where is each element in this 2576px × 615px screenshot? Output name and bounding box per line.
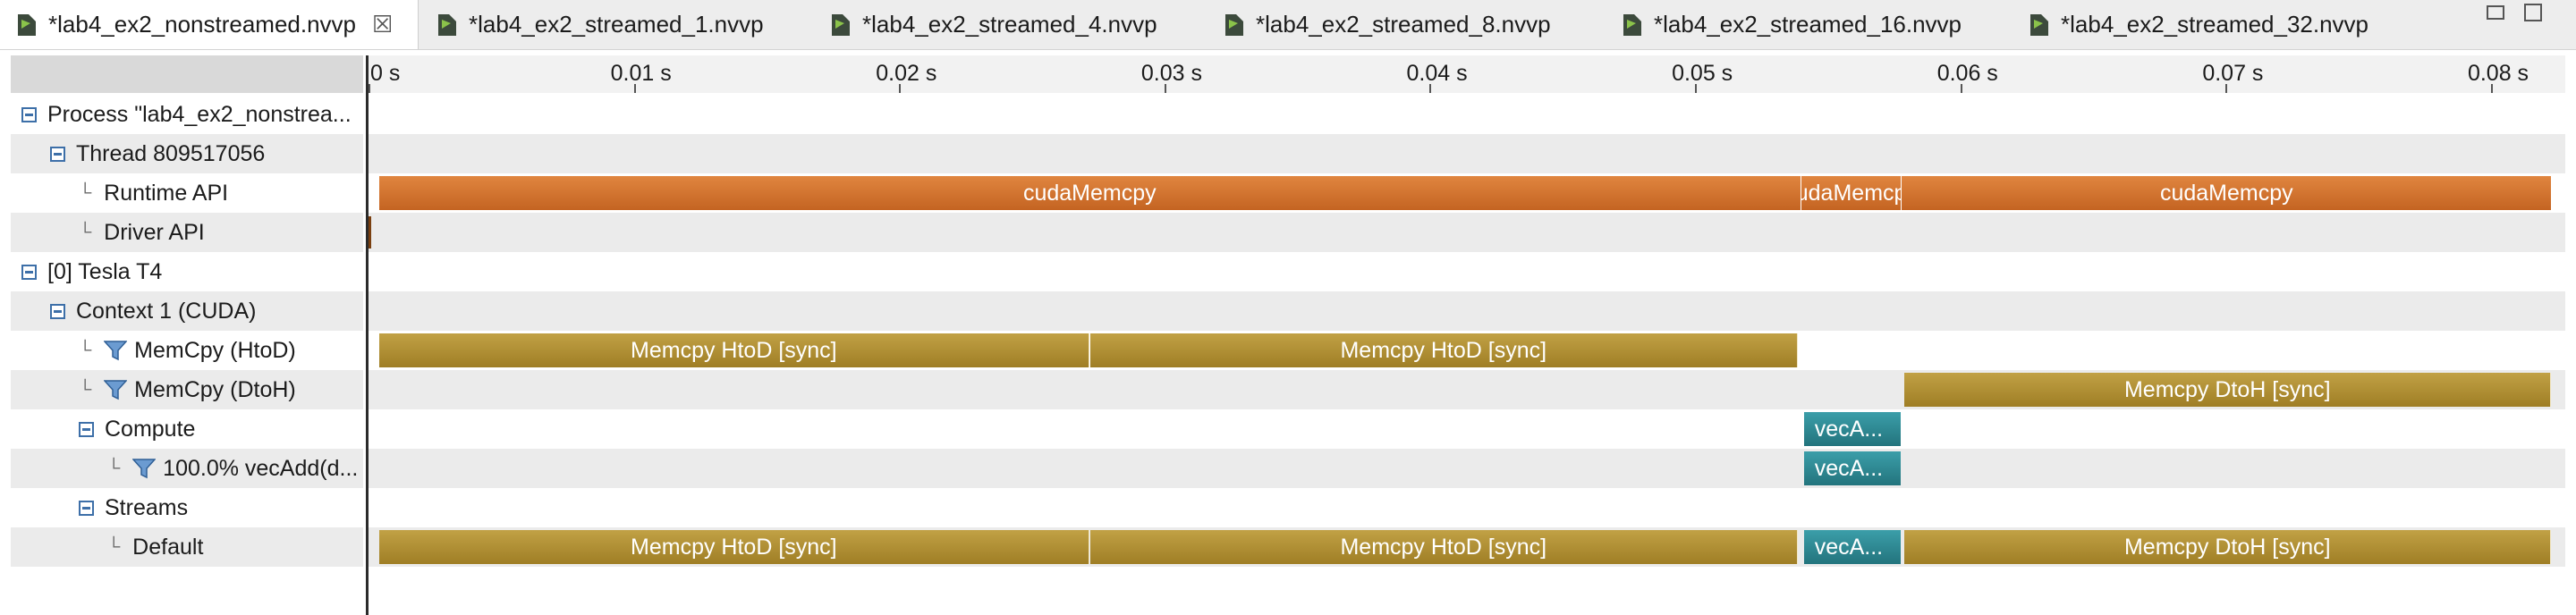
tree-row[interactable]: Thread 809517056 xyxy=(11,134,363,173)
filter-icon[interactable] xyxy=(103,340,128,361)
tab-label: *lab4_ex2_streamed_1.nvvp xyxy=(469,11,764,38)
tab-6[interactable]: *lab4_ex2_streamed_32.nvvp xyxy=(2012,0,2397,49)
editor-tab-bar: *lab4_ex2_nonstreamed.nvvp ☒ *lab4_ex2_str… xyxy=(0,0,2576,50)
minimize-icon[interactable] xyxy=(2487,5,2504,20)
tree-row-label: Runtime API xyxy=(104,180,229,206)
tick-label: 0.05 s xyxy=(1672,61,1733,86)
driver-api-activity[interactable] xyxy=(369,216,371,249)
tree-row[interactable]: └ Default xyxy=(11,527,363,567)
tree-header xyxy=(11,55,363,93)
tree-row-label: Driver API xyxy=(104,219,205,245)
profile-file-icon xyxy=(1622,13,1643,38)
tree-row[interactable]: Process "lab4_ex2_nonstrea... xyxy=(11,95,363,134)
tree-row-label: MemCpy (DtoH) xyxy=(134,376,296,402)
tab-label: *lab4_ex2_streamed_32.nvvp xyxy=(2061,11,2369,38)
tree-row-label: 100.0% vecAdd(d... xyxy=(163,455,359,481)
tree-row-label: Process "lab4_ex2_nonstrea... xyxy=(47,101,352,127)
tree-row[interactable]: └ MemCpy (DtoH) xyxy=(11,370,363,409)
memcpy-bar[interactable]: Memcpy DtoH [sync] xyxy=(1904,530,2552,564)
collapse-icon[interactable] xyxy=(21,106,37,122)
tree-row[interactable]: Context 1 (CUDA) xyxy=(11,291,363,331)
tree-row[interactable]: [0] Tesla T4 xyxy=(11,252,363,291)
kernel-bar[interactable]: vecA... xyxy=(1803,530,1902,564)
collapse-icon[interactable] xyxy=(79,421,94,437)
tree-row[interactable]: └ 100.0% vecAdd(d... xyxy=(11,449,363,488)
memcpy-bar[interactable]: Memcpy HtoD [sync] xyxy=(1089,530,1798,564)
close-icon[interactable]: ☒ xyxy=(372,11,393,38)
filter-icon[interactable] xyxy=(131,458,157,479)
tree-elbow-icon: └ xyxy=(79,182,92,203)
tab-5[interactable]: *lab4_ex2_streamed_16.nvvp xyxy=(1606,0,2004,49)
profile-file-icon xyxy=(830,13,852,38)
profile-file-icon xyxy=(16,13,38,38)
api-call-bar[interactable]: cudaMemcpy xyxy=(1801,176,1902,210)
tab-2[interactable]: *lab4_ex2_streamed_1.nvvp xyxy=(420,0,805,49)
tree-row[interactable]: └ Runtime API xyxy=(11,173,363,213)
profile-file-icon xyxy=(436,13,458,38)
timeline-lane xyxy=(369,291,2565,331)
memcpy-bar[interactable]: Memcpy DtoH [sync] xyxy=(1904,373,2552,407)
tick-label: 0 s xyxy=(370,61,401,86)
collapse-icon[interactable] xyxy=(50,303,65,319)
tab-4[interactable]: *lab4_ex2_streamed_8.nvvp xyxy=(1208,0,1592,49)
tick-label: 0.04 s xyxy=(1406,61,1468,86)
timeline-row-tree: Process "lab4_ex2_nonstrea... Thread 8095… xyxy=(11,55,363,615)
tree-elbow-icon: └ xyxy=(79,379,92,400)
collapse-icon[interactable] xyxy=(21,264,37,280)
memcpy-bar[interactable]: Memcpy HtoD [sync] xyxy=(1089,333,1798,367)
collapse-icon[interactable] xyxy=(50,146,65,162)
profile-file-icon xyxy=(2029,13,2050,38)
kernel-bar[interactable]: vecA... xyxy=(1803,412,1902,446)
timeline-lane xyxy=(369,449,2565,488)
time-ruler[interactable]: 0 s 0.01 s 0.02 s 0.03 s 0.04 s 0.05 s 0.06 s 0… xyxy=(369,55,2565,93)
tab-label: *lab4_ex2_streamed_8.nvvp xyxy=(1256,11,1551,38)
tree-row-label: Context 1 (CUDA) xyxy=(76,298,257,324)
tree-elbow-icon: └ xyxy=(79,222,92,242)
timeline-lane xyxy=(369,134,2565,173)
memcpy-bar[interactable]: Memcpy HtoD [sync] xyxy=(378,333,1089,367)
tick-label: 0.02 s xyxy=(876,61,937,86)
maximize-icon[interactable] xyxy=(2524,4,2542,21)
kernel-bar[interactable]: vecA... xyxy=(1803,451,1902,485)
filter-icon[interactable] xyxy=(103,379,128,400)
tab-label: *lab4_ex2_streamed_16.nvvp xyxy=(1654,11,1962,38)
tree-row-label: Default xyxy=(132,534,204,560)
memcpy-bar[interactable]: Memcpy HtoD [sync] xyxy=(378,530,1089,564)
profile-file-icon xyxy=(1224,13,1245,38)
tree-row[interactable]: └ Driver API xyxy=(11,213,363,252)
timeline-lane xyxy=(369,213,2565,252)
tree-row-label: Compute xyxy=(105,416,196,442)
tree-elbow-icon: └ xyxy=(79,340,92,360)
timeline-lane xyxy=(369,488,2565,527)
collapse-icon[interactable] xyxy=(79,500,94,516)
api-call-bar[interactable]: cudaMemcpy xyxy=(378,176,1801,210)
tree-row[interactable]: └ MemCpy (HtoD) xyxy=(11,331,363,370)
tree-row-label: Streams xyxy=(105,494,189,520)
tree-row-label: MemCpy (HtoD) xyxy=(134,337,296,363)
tick-label: 0.07 s xyxy=(2202,61,2264,86)
timeline-lane xyxy=(369,95,2565,134)
tree-row[interactable]: Compute xyxy=(11,409,363,449)
tree-elbow-icon: └ xyxy=(107,458,121,478)
tree-elbow-icon: └ xyxy=(107,536,121,557)
tab-label: *lab4_ex2_nonstreamed.nvvp xyxy=(48,11,357,38)
tab-1[interactable]: *lab4_ex2_nonstreamed.nvvp ☒ xyxy=(0,0,419,49)
tab-label: *lab4_ex2_streamed_4.nvvp xyxy=(862,11,1157,38)
tab-3[interactable]: *lab4_ex2_streamed_4.nvvp xyxy=(814,0,1199,49)
timeline-lanes: cudaMemcpycudaMemcpycudaMemcpyMemcpy Hto… xyxy=(369,95,2565,615)
tick-label: 0.06 s xyxy=(1936,61,1998,86)
tick-label: 0.01 s xyxy=(610,61,672,86)
timeline-lane xyxy=(369,252,2565,291)
api-call-bar[interactable]: cudaMemcpy xyxy=(1902,176,2552,210)
tree-row[interactable]: Streams xyxy=(11,488,363,527)
tick-label: 0.08 s xyxy=(2467,61,2529,86)
tree-row-label: Thread 809517056 xyxy=(76,140,266,166)
tick-label: 0.03 s xyxy=(1140,61,1202,86)
tree-row-label: [0] Tesla T4 xyxy=(47,258,163,284)
timeline-lane xyxy=(369,409,2565,449)
